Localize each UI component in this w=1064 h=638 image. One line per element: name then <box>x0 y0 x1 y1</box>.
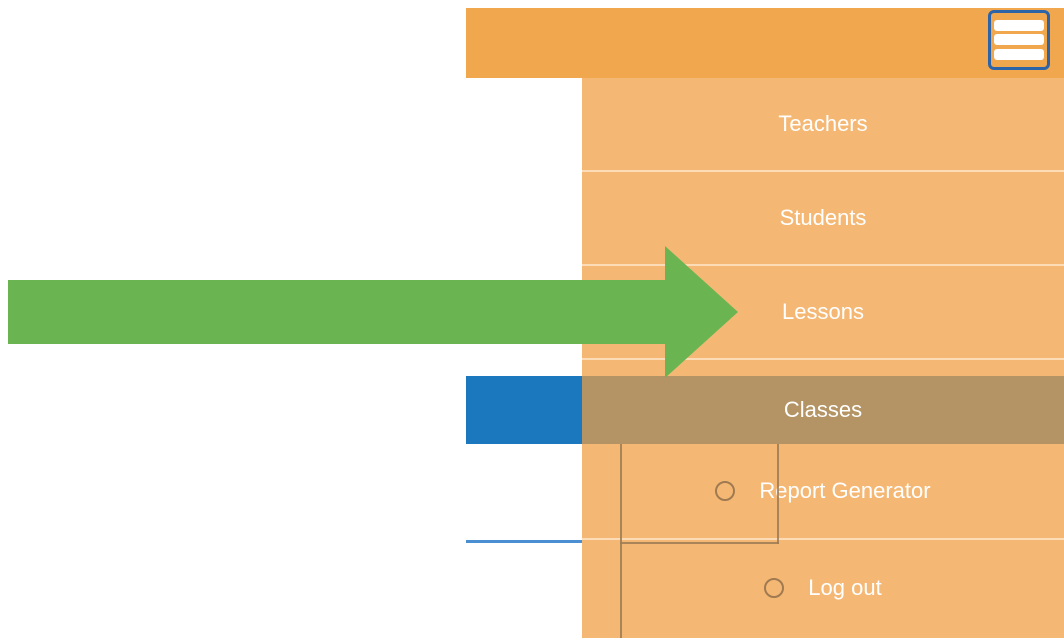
hamburger-line-icon <box>994 34 1044 46</box>
dropdown-menu: Teachers Students Lessons Classes Report… <box>582 78 1064 638</box>
menu-item-report-generator[interactable]: Report Generator <box>582 444 1064 540</box>
radio-circle-icon <box>764 578 785 598</box>
menu-item-students[interactable]: Students <box>582 172 1064 266</box>
menu-item-teachers[interactable]: Teachers <box>582 78 1064 172</box>
menu-item-label: Classes <box>783 397 863 422</box>
background-outline <box>777 444 779 544</box>
hamburger-menu-button[interactable] <box>988 10 1050 70</box>
menu-item-label: Log out <box>808 575 882 600</box>
menu-item-label: Teachers <box>778 111 868 136</box>
menu-item-log-out[interactable]: Log out <box>582 540 1064 636</box>
top-bar <box>466 8 1064 78</box>
background-page-panel <box>466 78 582 638</box>
menu-item-lessons[interactable]: Lessons <box>582 266 1064 360</box>
menu-item-classes[interactable]: Classes <box>582 376 1064 444</box>
menu-item-label: Report Generator <box>759 478 931 503</box>
hamburger-line-icon <box>994 19 1044 31</box>
radio-circle-icon <box>715 481 736 501</box>
background-outline <box>620 542 779 544</box>
background-blue-bar <box>466 376 582 444</box>
background-outline <box>620 444 622 638</box>
hamburger-line-icon <box>994 49 1044 61</box>
menu-item-label: Students <box>779 205 867 230</box>
background-blue-divider <box>466 540 582 543</box>
menu-item-label: Lessons <box>782 299 864 324</box>
